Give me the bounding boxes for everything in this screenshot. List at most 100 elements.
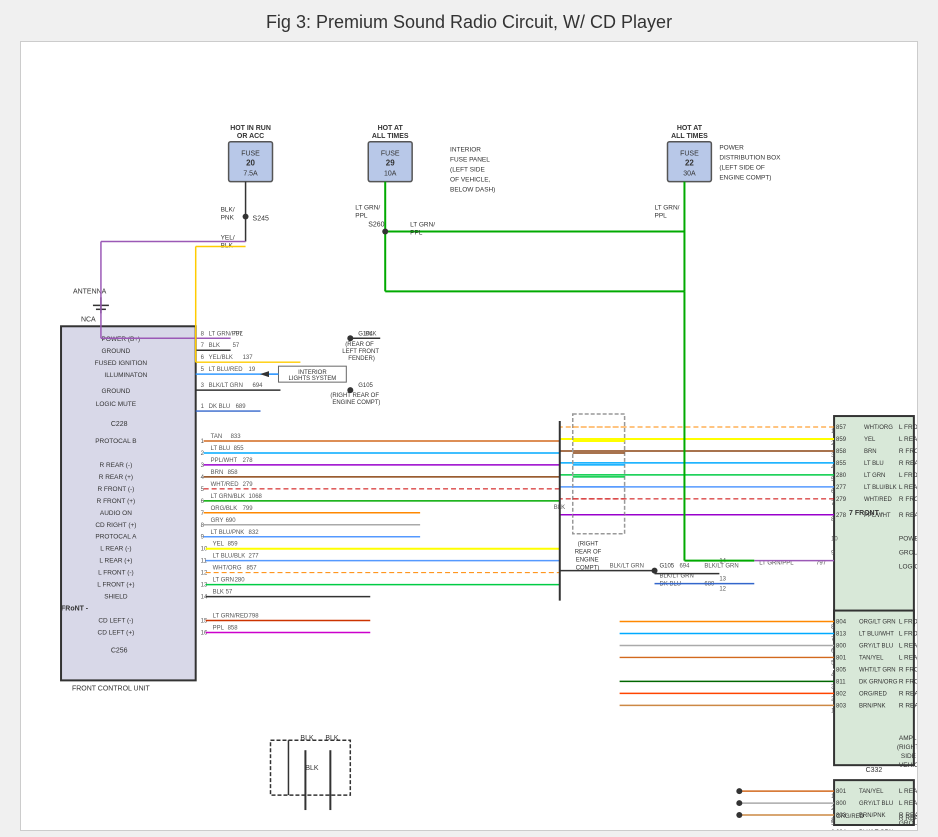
svg-text:858: 858 xyxy=(228,470,239,476)
svg-text:WHT/RED: WHT/RED xyxy=(211,482,240,488)
svg-text:FENDER): FENDER) xyxy=(348,356,375,362)
svg-text:L REAR SIG (+): L REAR SIG (+) xyxy=(899,788,917,795)
svg-text:12: 12 xyxy=(201,571,208,577)
svg-text:857: 857 xyxy=(247,566,258,572)
svg-text:C228: C228 xyxy=(111,421,128,428)
svg-text:FUSE PANEL: FUSE PANEL xyxy=(450,157,490,164)
svg-text:S260: S260 xyxy=(368,222,384,229)
svg-text:805: 805 xyxy=(836,667,847,673)
svg-text:803: 803 xyxy=(836,703,847,709)
svg-text:DK BLU: DK BLU xyxy=(660,582,682,588)
svg-text:689: 689 xyxy=(704,582,715,588)
svg-text:BLK: BLK xyxy=(325,735,339,742)
svg-text:WHT/ORG: WHT/ORG xyxy=(864,425,893,431)
svg-text:PNK: PNK xyxy=(221,215,235,222)
svg-text:855: 855 xyxy=(836,461,847,467)
svg-text:800: 800 xyxy=(836,643,847,649)
svg-text:690: 690 xyxy=(226,518,237,524)
svg-text:R FRONT SIG (+): R FRONT SIG (+) xyxy=(899,666,917,673)
svg-text:10A: 10A xyxy=(384,171,397,178)
svg-text:FUSE: FUSE xyxy=(241,151,260,158)
svg-text:BRN: BRN xyxy=(864,449,877,455)
svg-text:(LEFT SIDE: (LEFT SIDE xyxy=(450,167,485,174)
svg-text:13: 13 xyxy=(201,583,208,589)
svg-text:LT BLU: LT BLU xyxy=(211,446,231,452)
svg-text:C332: C332 xyxy=(866,767,883,774)
svg-text:BRN: BRN xyxy=(211,470,224,476)
svg-text:R REAR SIG (-): R REAR SIG (-) xyxy=(899,702,917,709)
svg-text:801: 801 xyxy=(836,655,847,661)
svg-text:R FRONT (-): R FRONT (-) xyxy=(899,448,917,455)
svg-text:BLK: BLK xyxy=(305,765,319,772)
svg-text:BLK: BLK xyxy=(209,343,220,349)
svg-text:ENGINE COMPT): ENGINE COMPT) xyxy=(719,175,771,182)
svg-text:277: 277 xyxy=(836,485,847,491)
svg-text:LT BLU/BLK: LT BLU/BLK xyxy=(864,485,897,491)
svg-text:PPL/WHT: PPL/WHT xyxy=(864,513,891,519)
svg-text:(RIGHT REAR: (RIGHT REAR xyxy=(897,744,917,751)
svg-text:855: 855 xyxy=(234,446,245,452)
svg-text:WHT/ORG: WHT/ORG xyxy=(213,566,242,572)
svg-text:SIDE OF: SIDE OF xyxy=(901,753,917,760)
svg-text:BLK: BLK xyxy=(365,331,376,337)
svg-text:PPL: PPL xyxy=(410,230,423,237)
svg-text:797: 797 xyxy=(816,561,827,567)
svg-text:BLK: BLK xyxy=(213,590,224,596)
svg-text:L FRONT (-): L FRONT (-) xyxy=(98,570,134,577)
svg-text:ILLUMINATON: ILLUMINATON xyxy=(104,372,147,379)
svg-text:L REAR SIG (-): L REAR SIG (-) xyxy=(899,654,917,661)
svg-text:FUSE: FUSE xyxy=(381,151,400,158)
svg-text:278: 278 xyxy=(836,513,847,519)
svg-text:LT BLU: LT BLU xyxy=(864,461,884,467)
svg-text:LT GRN/RED: LT GRN/RED xyxy=(213,614,249,620)
svg-text:22: 22 xyxy=(685,159,694,168)
svg-text:813: 813 xyxy=(836,631,847,637)
svg-text:832: 832 xyxy=(249,530,260,536)
svg-text:R REAR (-): R REAR (-) xyxy=(899,460,917,467)
svg-text:L FRONT (-): L FRONT (-) xyxy=(899,472,917,479)
svg-text:HOT AT: HOT AT xyxy=(677,125,703,132)
svg-text:ALL TIMES: ALL TIMES xyxy=(372,133,409,140)
svg-text:WHT/RED: WHT/RED xyxy=(864,497,893,503)
svg-text:GROUND: GROUND xyxy=(899,820,917,827)
page-title: Fig 3: Premium Sound Radio Circuit, W/ C… xyxy=(0,0,938,41)
svg-text:TAN: TAN xyxy=(211,434,223,440)
svg-text:13: 13 xyxy=(719,577,726,583)
diagram-inner: HOT IN RUN OR ACC HOT AT ALL TIMES HOT A… xyxy=(21,42,917,830)
svg-text:OF VEHICLE,: OF VEHICLE, xyxy=(450,177,490,184)
svg-text:VEHICLE): VEHICLE) xyxy=(899,762,917,769)
svg-text:L FRONT (+): L FRONT (+) xyxy=(97,582,134,589)
svg-text:799: 799 xyxy=(243,506,254,512)
svg-text:277: 277 xyxy=(249,554,260,560)
svg-text:ORG/LT GRN: ORG/LT GRN xyxy=(859,620,896,626)
svg-text:G105: G105 xyxy=(358,383,373,389)
svg-text:L REAR SIG (+): L REAR SIG (+) xyxy=(899,642,917,649)
svg-text:57: 57 xyxy=(226,590,233,596)
svg-text:ENGINE COMPT): ENGINE COMPT) xyxy=(332,400,380,406)
diagram-container: HOT IN RUN OR ACC HOT AT ALL TIMES HOT A… xyxy=(20,41,918,831)
svg-text:INTERIOR: INTERIOR xyxy=(450,147,481,154)
svg-text:LT BLU/RED: LT BLU/RED xyxy=(209,367,244,373)
svg-text:R REAR (-): R REAR (-) xyxy=(100,462,133,469)
svg-text:BLK/LT GRN: BLK/LT GRN xyxy=(610,564,644,570)
svg-text:GROUND: GROUND xyxy=(102,348,131,355)
svg-text:BLK: BLK xyxy=(300,735,314,742)
svg-text:HOT IN RUN: HOT IN RUN xyxy=(230,125,271,132)
svg-text:694: 694 xyxy=(253,383,264,389)
svg-text:57: 57 xyxy=(233,343,240,349)
svg-text:LT BLU/WHT: LT BLU/WHT xyxy=(859,631,894,637)
svg-text:CD LEFT (+): CD LEFT (+) xyxy=(98,629,135,636)
svg-text:GROUND: GROUND xyxy=(102,388,131,395)
svg-text:PPL: PPL xyxy=(655,213,668,220)
svg-text:280: 280 xyxy=(836,473,847,479)
svg-text:LT GRN/: LT GRN/ xyxy=(410,222,435,229)
svg-text:LT GRN/PPL: LT GRN/PPL xyxy=(759,561,794,567)
svg-text:PPL/WHT: PPL/WHT xyxy=(211,458,238,464)
svg-text:1068: 1068 xyxy=(249,494,263,500)
svg-text:GRY/LT BLU: GRY/LT BLU xyxy=(859,643,893,649)
svg-text:CD LEFT (-): CD LEFT (-) xyxy=(98,618,133,625)
svg-text:L REAR (-): L REAR (-) xyxy=(100,546,131,553)
svg-text:859: 859 xyxy=(228,542,239,548)
svg-text:(RIGHT: (RIGHT xyxy=(578,542,599,548)
svg-text:LT GRN: LT GRN xyxy=(213,578,234,584)
